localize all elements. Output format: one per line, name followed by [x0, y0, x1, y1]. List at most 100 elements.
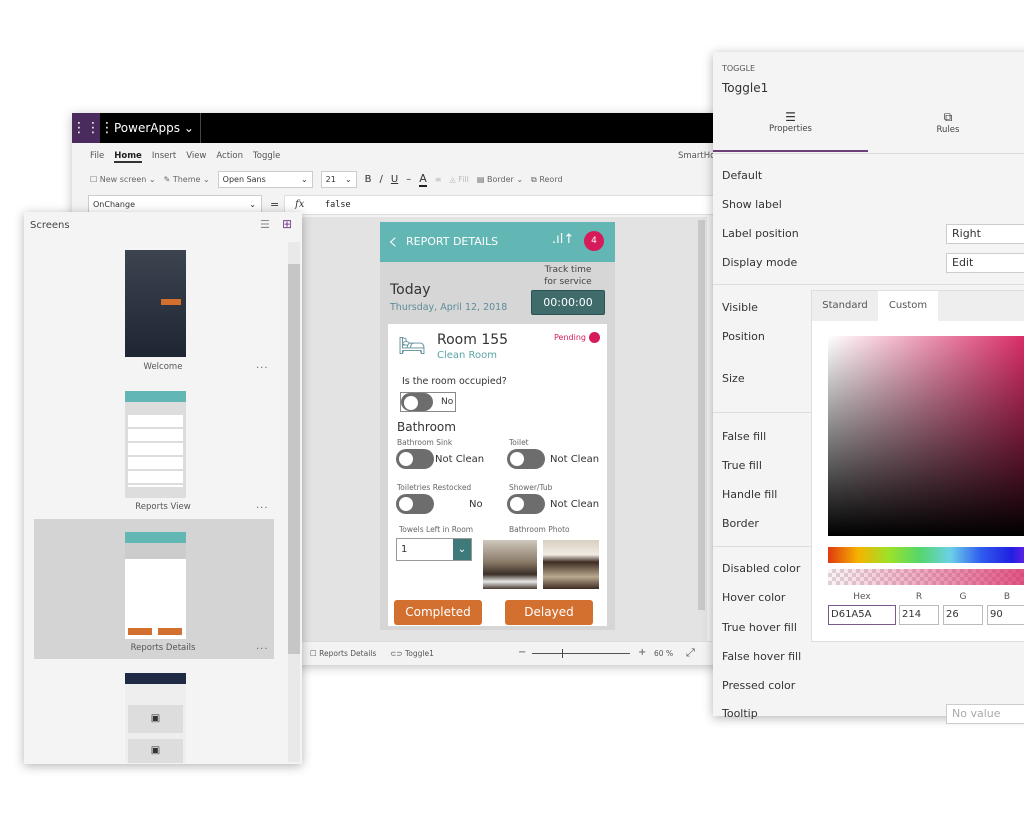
tab-custom[interactable]: Custom: [878, 291, 938, 321]
reorder-button[interactable]: ⧉ Reord: [531, 175, 563, 185]
label-position-select[interactable]: Right: [946, 224, 1024, 244]
toggle-switch[interactable]: [401, 393, 433, 411]
equals-sign: =: [270, 198, 280, 211]
fx-icon[interactable]: fx: [295, 199, 304, 210]
zoom-slider[interactable]: [532, 649, 630, 658]
breadcrumb-screen[interactable]: ☐ Reports Details: [310, 649, 376, 658]
tab-file[interactable]: File: [90, 151, 104, 163]
breadcrumb-control[interactable]: ⊂⊃ Toggle1: [390, 649, 434, 658]
g-input[interactable]: 26: [943, 605, 983, 625]
b-input[interactable]: 90: [987, 605, 1024, 625]
canvas-scrollbar[interactable]: [698, 220, 705, 610]
list-view-icon[interactable]: ☰: [260, 218, 270, 231]
item-value: Not Clean: [550, 454, 600, 465]
strikethrough-icon[interactable]: –: [406, 174, 411, 185]
prop-pressed-color: Pressed color: [722, 679, 796, 692]
saturation-brightness-area[interactable]: [828, 336, 1024, 536]
tab-standard[interactable]: Standard: [812, 291, 878, 321]
chevron-down-icon[interactable]: ⌄: [453, 539, 471, 560]
toiletries-toggle[interactable]: [396, 494, 434, 518]
room-name: Room 155: [437, 332, 509, 348]
screen-thumbnail-analytics[interactable]: ▣ ▣: [125, 673, 186, 763]
align-icon[interactable]: ≡: [435, 175, 442, 184]
screen-thumbnail-reports-view[interactable]: [125, 391, 186, 498]
border-button[interactable]: ▤ Border ⌄: [477, 175, 523, 184]
divider: [713, 412, 811, 413]
zoom-slider-handle[interactable]: [562, 649, 563, 658]
new-screen-button[interactable]: ☐ New screen ⌄: [90, 175, 156, 184]
toilet-toggle[interactable]: [507, 449, 545, 473]
more-options-icon[interactable]: ...: [256, 360, 269, 371]
font-size-select[interactable]: 21 ⌄: [320, 171, 357, 188]
theme-label: Theme: [172, 175, 201, 184]
prop-display-mode: Display mode: [722, 256, 798, 269]
sliders-icon: ☰: [785, 110, 796, 124]
g-label: G: [959, 592, 967, 602]
back-icon[interactable]: ‹: [388, 227, 398, 255]
screen-thumbnail-reports-details[interactable]: [125, 532, 186, 639]
toggle-switch[interactable]: [396, 494, 434, 514]
bold-button[interactable]: B: [365, 174, 372, 185]
tab-home[interactable]: Home: [114, 151, 142, 163]
tab-properties[interactable]: ☰ Properties: [713, 110, 868, 152]
fill-button[interactable]: ◬ Fill: [449, 175, 468, 184]
zoom-in-button[interactable]: +: [638, 647, 646, 658]
timer-button[interactable]: 00:00:00: [531, 290, 605, 315]
italic-button[interactable]: /: [380, 174, 383, 185]
r-input[interactable]: 214: [899, 605, 939, 625]
completed-button[interactable]: Completed: [394, 600, 482, 625]
screens-title: Screens: [30, 220, 70, 231]
underline-button[interactable]: U: [391, 174, 398, 185]
app-name-text: PowerApps: [114, 121, 180, 135]
occupied-toggle[interactable]: No: [400, 392, 456, 412]
border-label: Border: [486, 175, 514, 184]
status-dot: [589, 332, 600, 343]
tab-toggle[interactable]: Toggle: [253, 151, 280, 163]
more-options-icon[interactable]: ...: [256, 641, 269, 652]
chevron-down-icon: ⌄: [344, 175, 352, 184]
tooltip-input[interactable]: No value: [946, 704, 1024, 724]
towels-dropdown[interactable]: 1 ⌄: [396, 538, 472, 561]
divider: [713, 153, 1024, 154]
chart-icon[interactable]: .ıl↑: [552, 232, 574, 247]
reorder-label: Reord: [539, 174, 563, 184]
app-launcher-icon[interactable]: ⋮⋮⋮: [72, 113, 114, 143]
alpha-slider[interactable]: [828, 569, 1024, 585]
notification-badge[interactable]: 4: [584, 231, 604, 251]
tab-view[interactable]: View: [186, 151, 206, 163]
properties-panel: TOGGLE Toggle1 ☰ Properties ⧉ Rules Defa…: [713, 52, 1024, 724]
theme-button[interactable]: ✎ Theme ⌄: [164, 175, 210, 184]
hex-input[interactable]: D61A5A: [828, 605, 896, 625]
font-select[interactable]: Open Sans ⌄: [217, 171, 313, 188]
more-options-icon[interactable]: ...: [256, 500, 269, 511]
font-color-icon[interactable]: A: [419, 172, 427, 187]
scrollbar-thumb[interactable]: [288, 264, 300, 654]
header-title: REPORT DETAILS: [406, 235, 499, 248]
grid-view-icon[interactable]: ⊞: [282, 217, 292, 231]
thumbnail-button: [158, 628, 182, 635]
toggle-switch[interactable]: [396, 449, 434, 469]
prop-show-label: Show label: [722, 198, 782, 211]
bathroom-photo[interactable]: [483, 540, 537, 589]
sink-toggle[interactable]: [396, 449, 434, 473]
delayed-button[interactable]: Delayed: [505, 600, 593, 625]
bathroom-photo[interactable]: [543, 540, 599, 589]
prop-border: Border: [722, 517, 759, 530]
prop-label-position: Label position: [722, 227, 799, 240]
toggle-switch[interactable]: [507, 494, 545, 514]
toolbar: ☐ New screen ⌄ ✎ Theme ⌄ Open Sans ⌄ 21 ⌄ …: [90, 171, 563, 188]
report-card: 🛏︎ Room 155 Clean Room Pending Is the ro…: [388, 324, 607, 626]
fit-screen-icon[interactable]: ⤢: [686, 646, 695, 660]
tab-insert[interactable]: Insert: [152, 151, 176, 163]
toggle-switch[interactable]: [507, 449, 545, 469]
screen-thumbnail-welcome[interactable]: [125, 250, 186, 357]
tab-action[interactable]: Action: [216, 151, 243, 163]
tab-rules[interactable]: ⧉ Rules: [873, 110, 1023, 152]
zoom-out-button[interactable]: −: [518, 647, 526, 658]
display-mode-select[interactable]: Edit: [946, 253, 1024, 273]
shower-toggle[interactable]: [507, 494, 545, 518]
control-name: Toggle1: [722, 81, 769, 95]
hue-slider[interactable]: [828, 547, 1024, 563]
app-name[interactable]: PowerApps ⌄: [114, 121, 194, 135]
control-type: TOGGLE: [722, 64, 756, 73]
